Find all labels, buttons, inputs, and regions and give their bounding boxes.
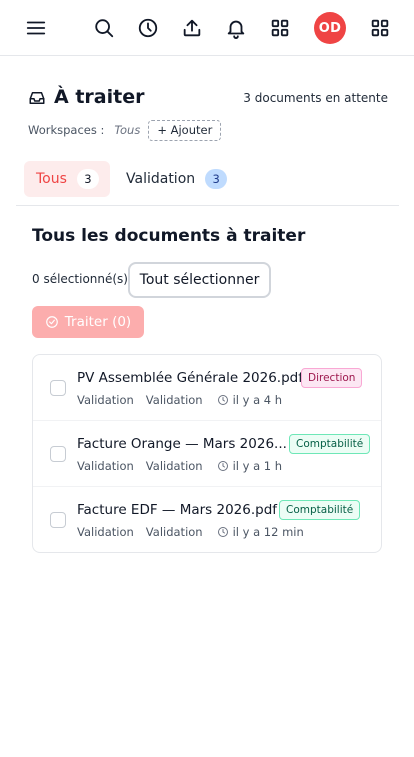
section-title: Tous les documents à traiter: [32, 226, 306, 246]
page-title: À traiter: [54, 86, 145, 108]
select-all-button[interactable]: Tout sélectionner: [128, 262, 271, 298]
document-time: il y a 4 h: [232, 393, 283, 407]
process-button[interactable]: Traiter (0): [32, 306, 144, 338]
workflow-label: Validation: [77, 525, 134, 539]
clock-icon: [217, 526, 229, 538]
document-name: Facture Orange — Mars 2026...: [77, 436, 287, 452]
apps-grid-icon[interactable]: [368, 16, 392, 40]
check-circle-icon: [45, 316, 58, 328]
workflow-label: Validation: [77, 459, 134, 473]
tab-label: Tous: [36, 171, 67, 187]
clock-icon: [217, 394, 229, 406]
user-avatar[interactable]: OD: [314, 12, 346, 44]
workspace-filter: Workspaces : Tous + Ajouter: [28, 119, 222, 141]
apps-grid-icon[interactable]: [268, 16, 292, 40]
selected-count: 0 sélectionné(s): [32, 272, 128, 286]
tab-validation[interactable]: Validation 3: [118, 161, 228, 197]
upload-icon[interactable]: [180, 16, 204, 40]
document-name: Facture EDF — Mars 2026.pdf: [77, 502, 278, 518]
inbox-icon: [28, 89, 46, 107]
document-list: PV Assemblée Générale 2026.pdf Direction…: [32, 354, 382, 553]
row-checkbox[interactable]: [50, 380, 66, 396]
document-name: PV Assemblée Générale 2026.pdf: [77, 370, 303, 386]
top-bar: OD: [0, 0, 414, 56]
tab-bar: Tous 3 Validation 3: [16, 159, 399, 206]
workspaces-label: Workspaces :: [28, 123, 105, 137]
document-meta: Validation Validation il y a 4 h: [77, 393, 282, 407]
step-label: Validation: [145, 393, 203, 407]
history-icon[interactable]: [136, 16, 160, 40]
category-tag: Comptabilité: [289, 434, 371, 454]
category-tag: Comptabilité: [279, 500, 361, 520]
document-time: il y a 12 min: [232, 525, 304, 539]
document-row[interactable]: Facture EDF — Mars 2026.pdf Comptabilité…: [33, 487, 381, 552]
workspaces-value: Tous: [114, 123, 141, 137]
tab-label: Validation: [126, 171, 196, 187]
tab-count-badge: 3: [205, 169, 228, 189]
tab-all[interactable]: Tous 3: [24, 161, 110, 197]
menu-icon[interactable]: [24, 16, 48, 40]
category-tag: Direction: [301, 368, 363, 388]
search-icon[interactable]: [92, 16, 116, 40]
document-row[interactable]: PV Assemblée Générale 2026.pdf Direction…: [33, 355, 381, 421]
add-workspace-button[interactable]: + Ajouter: [148, 119, 222, 141]
clock-icon: [217, 460, 229, 472]
document-time: il y a 1 h: [232, 459, 283, 473]
step-label: Validation: [145, 525, 203, 539]
document-row[interactable]: Facture Orange — Mars 2026... Comptabili…: [33, 421, 381, 487]
document-meta: Validation Validation il y a 12 min: [77, 525, 304, 539]
page-header: À traiter 3 documents en attente: [28, 86, 388, 112]
process-button-label: Traiter (0): [64, 314, 132, 330]
pending-count: 3 documents en attente: [243, 91, 388, 105]
row-checkbox[interactable]: [50, 512, 66, 528]
step-label: Validation: [145, 459, 203, 473]
tab-count-badge: 3: [76, 169, 99, 189]
document-meta: Validation Validation il y a 1 h: [77, 459, 282, 473]
bell-icon[interactable]: [224, 16, 248, 40]
row-checkbox[interactable]: [50, 446, 66, 462]
workflow-label: Validation: [77, 393, 134, 407]
